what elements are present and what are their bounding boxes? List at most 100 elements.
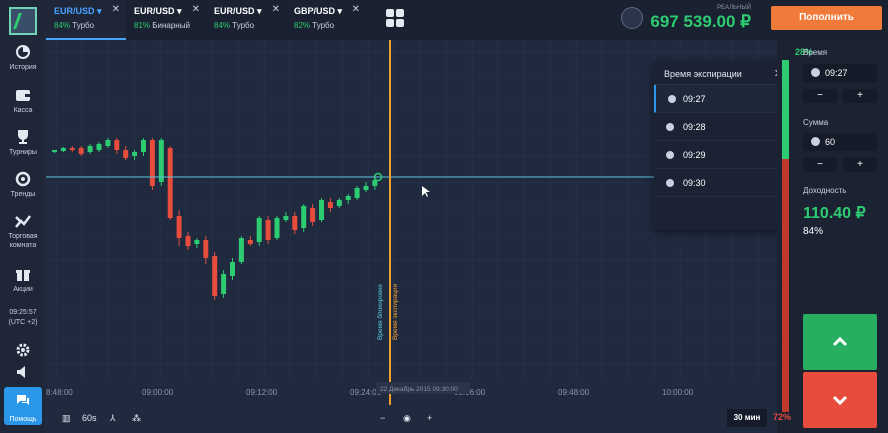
close-icon[interactable]: ✕ — [272, 4, 280, 15]
sidebar-item-cashier[interactable]: Касса — [0, 87, 46, 115]
arrow-up-icon — [832, 336, 848, 347]
help-button[interactable]: Помощь — [4, 387, 42, 425]
sidebar-item-label: Касса — [13, 107, 33, 114]
layout-grid-button[interactable] — [386, 9, 406, 29]
payout-percent: 84% — [803, 226, 824, 237]
speaker-icon — [17, 366, 25, 378]
candle — [105, 140, 111, 146]
deposit-button[interactable]: Пополнить — [771, 6, 882, 30]
candle — [256, 218, 262, 242]
arrow-down-icon — [832, 395, 848, 406]
chart-type-icon[interactable]: ▥ — [62, 413, 71, 424]
account-type-label: РЕАЛЬНЫЙ — [717, 5, 751, 11]
zoom-in-button[interactable]: + — [427, 413, 432, 423]
candle — [247, 240, 253, 244]
candle — [132, 152, 138, 156]
drawing-tools-icon[interactable]: ⁂ — [132, 413, 141, 424]
chat-icon — [17, 395, 29, 405]
asset-tab[interactable]: EUR/USD ▾ 84% Турбо ✕ — [46, 0, 126, 40]
asset-tab[interactable]: EUR/USD ▾ 81% Бинарный ✕ — [126, 0, 206, 40]
candle — [319, 200, 324, 220]
expiration-option[interactable]: 09:28 — [654, 113, 793, 141]
candle — [274, 218, 280, 238]
trading-app: История Касса Турниры Тренды Торговая ко… — [0, 0, 888, 433]
gear-icon — [16, 343, 30, 357]
wallet-icon — [16, 90, 30, 101]
sound-button[interactable] — [0, 364, 46, 380]
time-tick-label: 10:00:00 — [662, 388, 694, 397]
tab-meta: 84% Турбо — [54, 21, 95, 30]
clock-icon — [668, 95, 676, 103]
chart-toolbar: ▥ 60s ⅄ ⁂ − ◉ + 30 мин — [46, 405, 777, 433]
sidebar-item-label: История — [9, 64, 37, 71]
pie-chart-icon — [16, 45, 30, 59]
candle — [167, 148, 173, 218]
settings-button[interactable] — [0, 342, 46, 358]
sidebar-item-promotions[interactable]: Акции — [0, 266, 46, 294]
candle — [60, 148, 66, 151]
clock-icon — [666, 151, 674, 159]
time-tick-label: 09:00:00 — [142, 388, 174, 397]
candle — [203, 240, 209, 258]
timeframe-select[interactable]: 60s — [82, 413, 97, 423]
top-bar: EUR/USD ▾ 84% Турбо ✕ EUR/USD ▾ 81% Бина… — [46, 0, 888, 40]
sidebar-item-label: Акции — [13, 286, 33, 293]
tab-meta: 84% Турбо — [214, 21, 255, 30]
candle — [114, 140, 120, 150]
sentiment-down: 72% — [773, 412, 792, 422]
expiration-option[interactable]: 09:27 — [654, 85, 793, 113]
expiration-option[interactable]: 09:30 — [654, 169, 793, 197]
amount-plus-button[interactable]: + — [843, 158, 877, 172]
zoom-reset-button[interactable]: ◉ — [403, 413, 411, 424]
time-plus-button[interactable]: + — [843, 89, 877, 103]
time-label: Время — [803, 48, 828, 57]
clock: 09:25:57 (UTC +2) — [0, 308, 46, 328]
expiration-popup: Время экспирации ✕ 09:27 09:28 09:29 09:… — [654, 62, 793, 230]
candle — [221, 274, 227, 294]
asset-tab[interactable]: EUR/USD ▾ 84% Турбо ✕ — [206, 0, 286, 40]
sidebar-item-trade-room[interactable]: Торговая комната — [0, 213, 46, 250]
candle — [149, 140, 155, 186]
call-button[interactable] — [803, 314, 877, 370]
candle — [176, 216, 182, 238]
purchase-line-label: Время блокировки — [376, 284, 384, 340]
coin-icon — [811, 137, 820, 146]
sidebar-item-history[interactable]: История — [0, 44, 46, 72]
candle — [69, 148, 75, 150]
logo[interactable] — [9, 7, 37, 35]
put-button[interactable] — [803, 372, 877, 428]
candle — [194, 240, 200, 244]
period-button[interactable]: 30 мин — [727, 409, 767, 427]
clock-icon — [666, 179, 674, 187]
tab-meta: 82% Турбо — [294, 21, 335, 30]
amount-minus-button[interactable]: − — [803, 158, 837, 172]
tab-meta: 81% Бинарный — [134, 21, 190, 30]
sidebar-item-label: Торговая комната — [8, 233, 38, 249]
indicators-icon[interactable]: ⅄ — [110, 413, 116, 424]
candle — [96, 144, 102, 150]
time-minus-button[interactable]: − — [803, 89, 837, 103]
sentiment-bar — [782, 60, 789, 412]
amount-field[interactable]: 60 — [803, 133, 877, 151]
sidebar-item-trends[interactable]: Тренды — [0, 171, 46, 199]
candle — [123, 150, 129, 158]
trophy-icon — [18, 130, 28, 144]
expiration-option[interactable]: 09:29 — [654, 141, 793, 169]
clock-icon — [666, 123, 674, 131]
candle — [158, 140, 164, 182]
asset-tab[interactable]: GBP/USD ▾ 82% Турбо ✕ — [286, 0, 366, 40]
amount-label: Сумма — [803, 118, 829, 127]
time-field[interactable]: 09:27 — [803, 64, 877, 82]
trends-icon — [15, 171, 31, 187]
close-icon[interactable]: ✕ — [352, 4, 360, 15]
close-icon[interactable]: ✕ — [112, 4, 120, 15]
candle — [87, 146, 93, 152]
candle — [238, 238, 244, 262]
sidebar-item-tournaments[interactable]: Турниры — [0, 129, 46, 157]
zoom-out-button[interactable]: − — [380, 413, 385, 423]
trade-room-icon — [15, 215, 31, 228]
candle — [301, 206, 307, 228]
clock-icon — [811, 68, 820, 77]
close-icon[interactable]: ✕ — [192, 4, 200, 15]
help-label: Помощь — [9, 416, 37, 423]
